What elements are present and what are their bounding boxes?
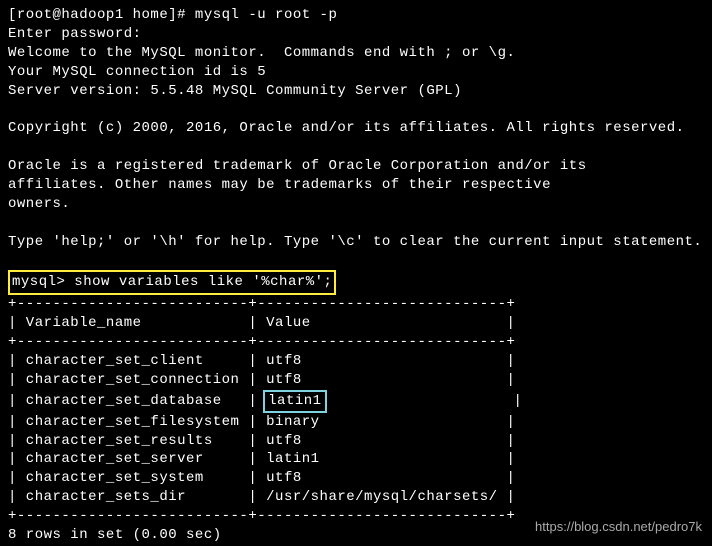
row-prefix: | character_set_database | [8, 393, 266, 409]
table-row: | character_set_server | latin1 | [8, 450, 704, 469]
trademark-line-1: Oracle is a registered trademark of Orac… [8, 157, 704, 176]
enter-password-line: Enter password: [8, 25, 704, 44]
blank-line [8, 100, 704, 119]
row-suffix: | [327, 393, 523, 409]
connection-id-line: Your MySQL connection id is 5 [8, 63, 704, 82]
table-row: | character_set_client | utf8 | [8, 352, 704, 371]
table-border-mid: +--------------------------+------------… [8, 333, 704, 352]
help-line: Type 'help;' or '\h' for help. Type '\c'… [8, 233, 704, 252]
trademark-line-2: affiliates. Other names may be trademark… [8, 176, 704, 195]
blank-line [8, 138, 704, 157]
trademark-line-3: owners. [8, 195, 704, 214]
mysql-query-line[interactable]: mysql> show variables like '%char%'; [8, 270, 704, 295]
server-version-line: Server version: 5.5.48 MySQL Community S… [8, 82, 704, 101]
table-row: | character_set_connection | utf8 | [8, 371, 704, 390]
table-row: | character_set_filesystem | binary | [8, 413, 704, 432]
watermark: https://blog.csdn.net/pedro7k [535, 518, 702, 536]
table-header: | Variable_name | Value | [8, 314, 704, 333]
blank-line [8, 252, 704, 271]
table-row: | character_set_system | utf8 | [8, 469, 704, 488]
shell-prompt-line: [root@hadoop1 home]# mysql -u root -p [8, 6, 704, 25]
query-highlight: mysql> show variables like '%char%'; [8, 270, 336, 295]
table-border-top: +--------------------------+------------… [8, 295, 704, 314]
copyright-line: Copyright (c) 2000, 2016, Oracle and/or … [8, 119, 704, 138]
table-row: | character_sets_dir | /usr/share/mysql/… [8, 488, 704, 507]
table-row: | character_set_results | utf8 | [8, 432, 704, 451]
table-row: | character_set_database | latin1 | [8, 390, 704, 413]
blank-line [8, 214, 704, 233]
welcome-line: Welcome to the MySQL monitor. Commands e… [8, 44, 704, 63]
value-highlight: latin1 [263, 390, 326, 413]
